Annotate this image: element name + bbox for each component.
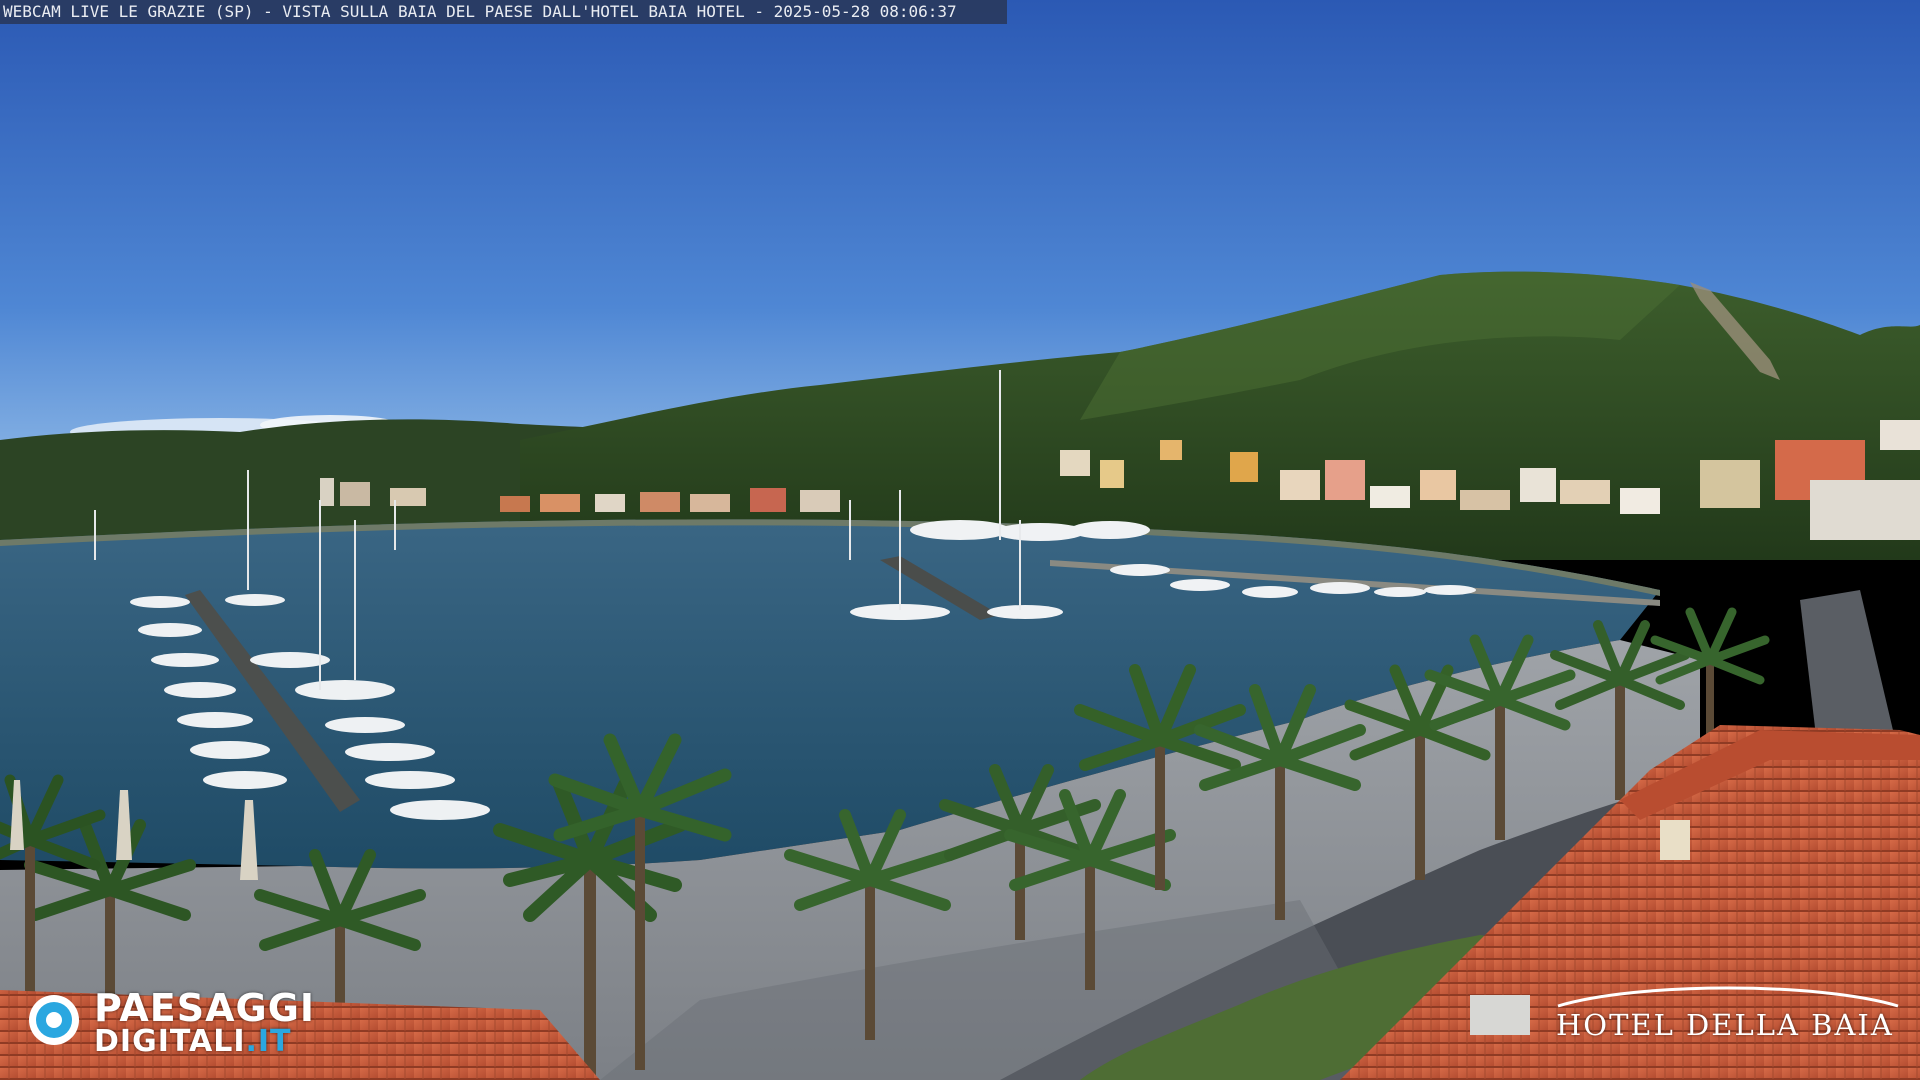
hotel-della-baia-logo: HOTEL DELLA BAIA (1548, 980, 1908, 1050)
logo-text-digitali: DIGITALI.IT (94, 1024, 292, 1059)
bay-scene-illustration (0, 0, 1920, 1080)
logo-text-tld: .IT (245, 1024, 292, 1059)
chimney (1470, 995, 1530, 1035)
paesaggi-digitali-logo: PAESAGGI DIGITALI.IT (26, 986, 346, 1059)
webcam-frame: WEBCAM LIVE LE GRAZIE (SP) - VISTA SULLA… (0, 0, 1920, 1080)
building-right-wall (1660, 820, 1690, 860)
camera-lens-icon (29, 995, 79, 1045)
hotel-name: HOTEL DELLA BAIA (1556, 1008, 1894, 1042)
logo-arc-icon (1557, 986, 1899, 1008)
logo-text-digitali-main: DIGITALI (94, 1024, 246, 1059)
webcam-caption: WEBCAM LIVE LE GRAZIE (SP) - VISTA SULLA… (0, 0, 1007, 24)
